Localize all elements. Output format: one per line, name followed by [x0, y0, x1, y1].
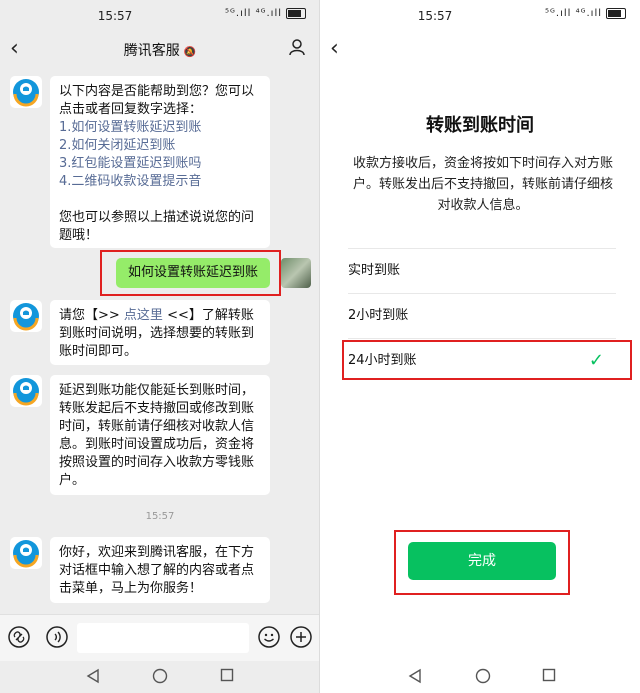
service-avatar[interactable]	[10, 300, 42, 332]
option-realtime[interactable]: 实时到账	[348, 248, 616, 292]
highlight-box	[100, 250, 281, 296]
profile-icon[interactable]	[288, 38, 306, 56]
message-input[interactable]	[77, 623, 249, 653]
signal-icons: ⁵ᴳ.ıll ⁴ᴳ.ıll	[545, 8, 602, 19]
click-here-link[interactable]: 点这里	[124, 308, 163, 323]
settings-description: 收款方接收后，资金将按如下时间存入对方账户。转账发出后不支持撤回，转账前请仔细核…	[352, 156, 613, 213]
signal-icons: ⁵ᴳ.ıll ⁴ᴳ.ıll	[225, 8, 282, 19]
reply1-prefix: 请您【>>	[59, 308, 124, 323]
done-button[interactable]: 完成	[408, 542, 556, 580]
chat-screen: 15:57 ⁵ᴳ.ıll ⁴ᴳ.ıll ‹ 腾讯客服 🔕 以下内容是否能帮助到您？…	[0, 0, 320, 693]
status-time: 15:57	[417, 9, 453, 23]
nav-home-icon[interactable]	[475, 668, 491, 684]
user-avatar[interactable]	[281, 258, 311, 288]
status-time: 15:57	[97, 9, 133, 23]
option-link-4[interactable]: 4.二维码收款设置提示音	[59, 173, 261, 191]
settings-title: 转账到账时间	[426, 115, 534, 136]
nav-home-icon[interactable]	[152, 668, 168, 684]
option-link-1[interactable]: 1.如何设置转账延迟到账	[59, 119, 261, 137]
status-bar: 15:57 ⁵ᴳ.ıll ⁴ᴳ.ıll	[320, 0, 640, 32]
message-footer: 您也可以参照以上描述说说您的问题哦！	[59, 210, 255, 243]
mute-bell-icon: 🔕	[183, 47, 197, 58]
option-label: 实时到账	[348, 263, 401, 278]
menu-link-icon[interactable]	[8, 626, 30, 648]
message-timestamp: 15:57	[145, 511, 175, 522]
option-label: 2小时到账	[348, 308, 409, 323]
plus-icon[interactable]	[290, 626, 312, 648]
tencent-service-logo-icon	[13, 540, 39, 568]
message-bubble-options: 以下内容是否能帮助到您？您可以点击或者回复数字选择： 1.如何设置转账延迟到账 …	[50, 76, 270, 248]
back-icon[interactable]: ‹	[330, 36, 339, 61]
status-bar: 15:57 ⁵ᴳ.ıll ⁴ᴳ.ıll	[0, 0, 320, 32]
tencent-service-logo-icon	[13, 303, 39, 331]
voice-icon[interactable]	[46, 626, 68, 648]
message-bubble-greeting: 你好，欢迎来到腾讯客服，在下方对话框中输入想了解的内容或者点击菜单，马上为你服务…	[50, 537, 270, 603]
status-icons: ⁵ᴳ.ıll ⁴ᴳ.ıll	[225, 8, 306, 19]
nav-recents-icon[interactable]	[220, 668, 234, 682]
tencent-service-logo-icon	[13, 79, 39, 107]
message-text: 以下内容是否能帮助到您？您可以点击或者回复数字选择：	[59, 84, 255, 117]
status-icons: ⁵ᴳ.ıll ⁴ᴳ.ıll	[545, 8, 626, 19]
battery-icon	[286, 8, 306, 19]
option-link-2[interactable]: 2.如何关闭延迟到账	[59, 137, 261, 155]
service-avatar[interactable]	[10, 375, 42, 407]
service-avatar[interactable]	[10, 76, 42, 108]
option-2-hours[interactable]: 2小时到账	[348, 293, 616, 337]
nav-recents-icon[interactable]	[542, 668, 556, 682]
tencent-service-logo-icon	[13, 378, 39, 406]
nav-back-icon[interactable]	[86, 668, 100, 684]
chat-header: ‹ 腾讯客服 🔕	[0, 32, 320, 66]
highlight-box	[342, 340, 632, 380]
system-nav-bar	[0, 660, 320, 693]
settings-header: ‹	[320, 32, 640, 66]
option-link-3[interactable]: 3.红包能设置延迟到账吗	[59, 155, 261, 173]
system-nav-bar	[320, 660, 640, 693]
message-bubble-reply2: 延迟到账功能仅能延长到账时间，转账发起后不支持撤回或修改到账时间，转账前请仔细核…	[50, 375, 270, 495]
transfer-time-screen: 15:57 ⁵ᴳ.ıll ⁴ᴳ.ıll ‹ 转账到账时间 收款方接收后，资金将按…	[320, 0, 640, 693]
chat-title: 腾讯客服	[123, 43, 180, 59]
service-avatar[interactable]	[10, 537, 42, 569]
chat-input-bar	[0, 614, 320, 661]
emoji-icon[interactable]	[258, 626, 280, 648]
chat-title-wrap: 腾讯客服 🔕	[0, 40, 320, 60]
message-bubble-reply1: 请您【>> 点这里 <<】了解转账到账时间说明，选择想要的转账到账时间即可。	[50, 300, 270, 365]
battery-icon	[606, 8, 626, 19]
nav-back-icon[interactable]	[408, 668, 422, 684]
